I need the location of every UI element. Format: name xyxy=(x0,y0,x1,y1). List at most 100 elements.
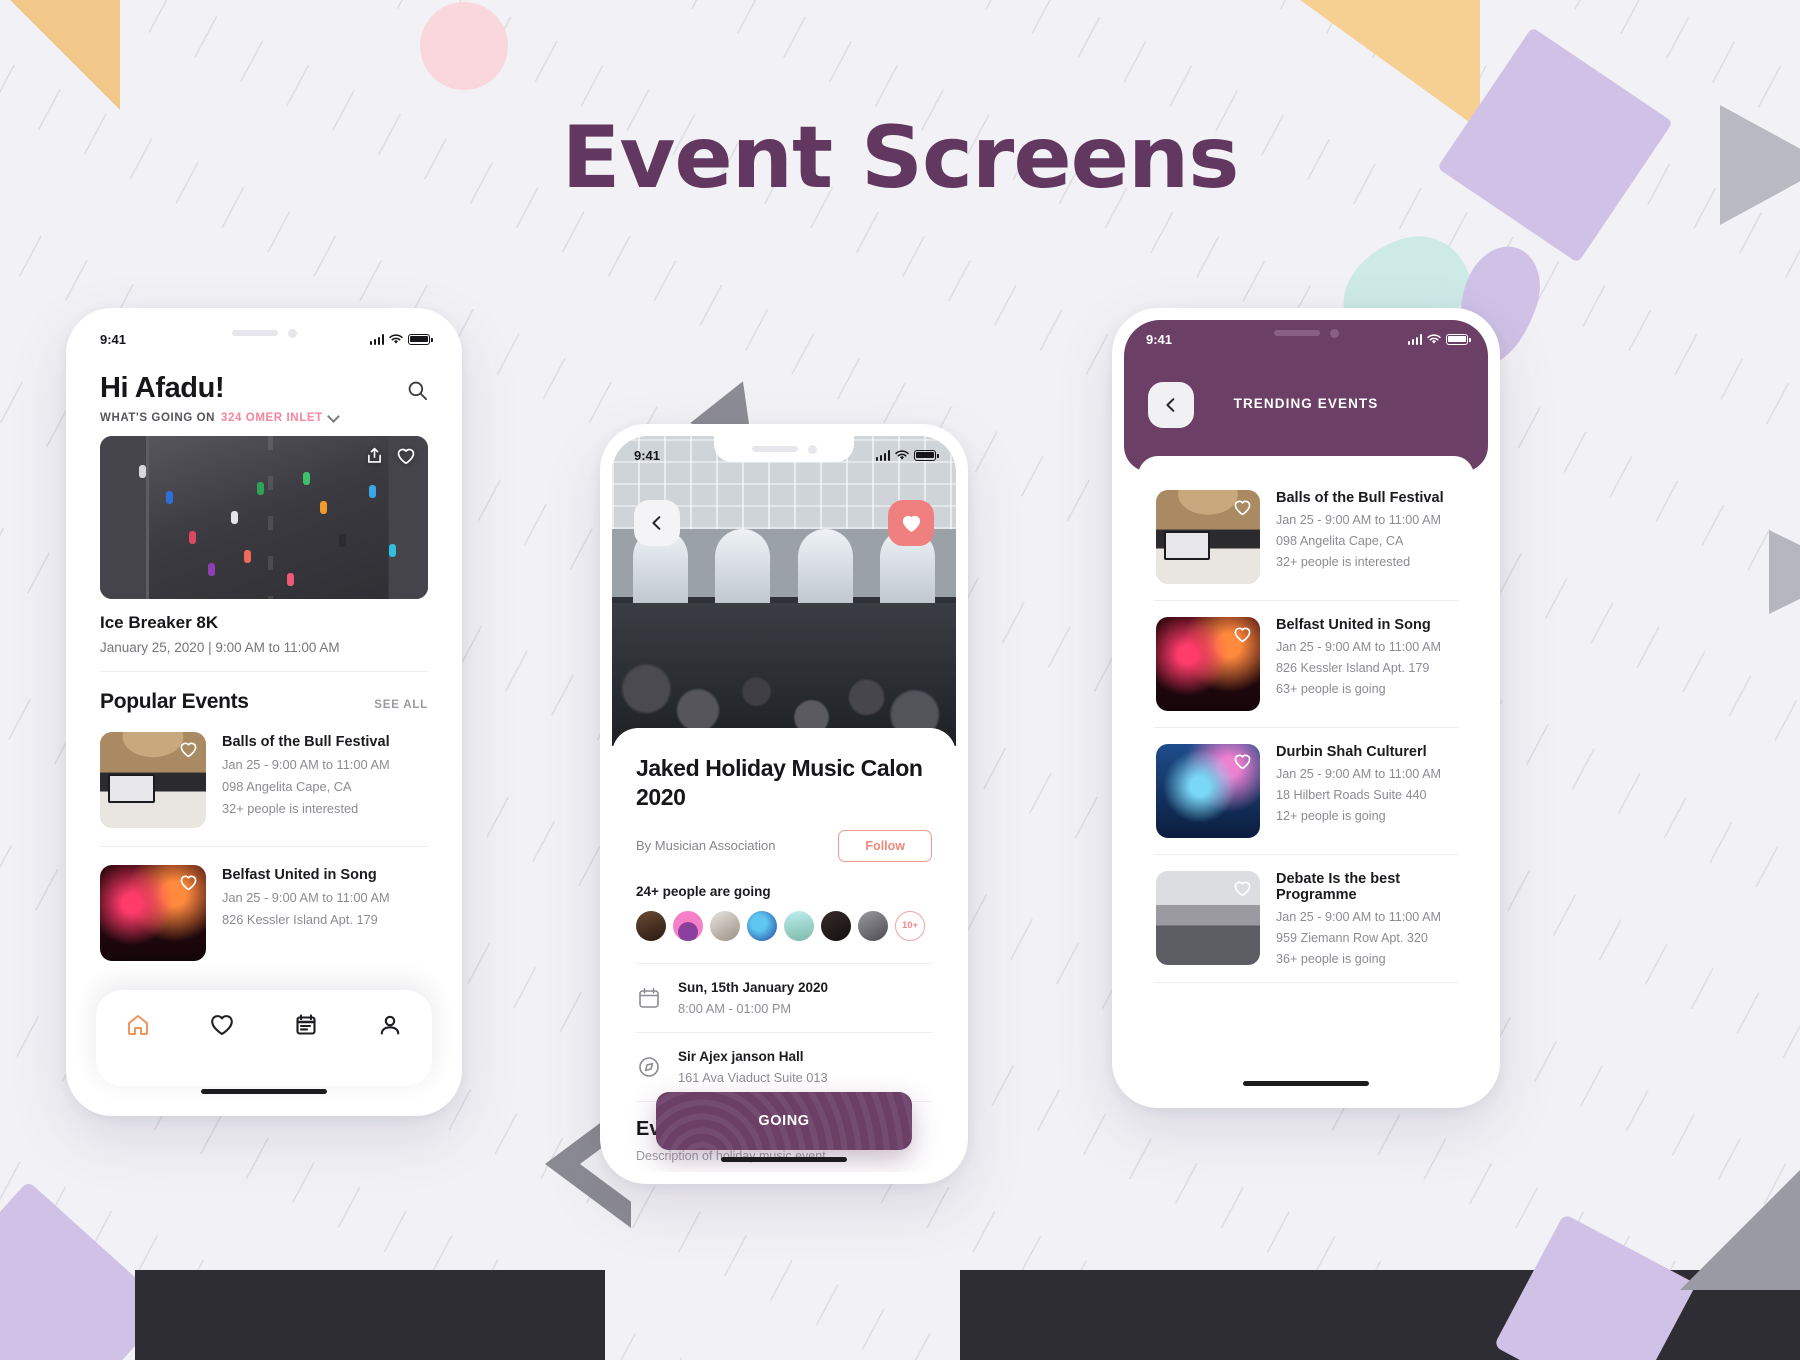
status-indicators xyxy=(1407,333,1471,345)
tab-calendar[interactable] xyxy=(293,1012,319,1043)
status-indicators xyxy=(875,449,939,461)
list-item[interactable]: Balls of the Bull Festival Jan 25 - 9:00… xyxy=(1154,474,1458,600)
location-prefix: WHAT'S GOING ON xyxy=(100,412,216,424)
event-address: 098 Angelita Cape, CA xyxy=(222,779,352,794)
list-item[interactable]: Debate Is the best Programme Jan 25 - 9:… xyxy=(1154,855,1458,982)
home-indicator xyxy=(1243,1081,1369,1086)
event-time: Jan 25 - 9:00 AM to 11:00 AM xyxy=(1276,910,1441,924)
compass-icon xyxy=(639,1056,659,1077)
avatar[interactable] xyxy=(673,910,703,941)
venue-address: 161 Ava Viaduct Suite 013 xyxy=(678,1069,828,1085)
location-selector[interactable]: WHAT'S GOING ON 324 OMER INLET xyxy=(100,409,428,424)
featured-event-title: Ice Breaker 8K xyxy=(100,613,219,632)
venue-name: Sir Ajex janson Hall xyxy=(678,1048,804,1064)
event-date-row: Sun, 15th January 2020 8:00 AM - 01:00 P… xyxy=(636,964,932,1032)
event-time: 8:00 AM - 01:00 PM xyxy=(678,1000,792,1016)
status-indicators xyxy=(369,333,433,345)
event-time: Jan 25 - 9:00 AM to 11:00 AM xyxy=(222,890,390,905)
avatar[interactable] xyxy=(858,910,888,941)
organizer-row: By Musician Association Follow xyxy=(636,829,932,862)
chevron-left-icon xyxy=(1166,398,1175,412)
avatar[interactable] xyxy=(747,910,777,941)
home-header: Hi Afadu! WHAT'S GOING ON 324 OMER INLET xyxy=(78,358,450,424)
battery-icon xyxy=(1446,333,1471,345)
event-name: Balls of the Bull Festival xyxy=(1276,490,1444,506)
tab-home[interactable] xyxy=(125,1012,151,1043)
signal-icon xyxy=(1407,333,1422,345)
section-title: Popular Events xyxy=(100,690,249,713)
event-thumbnail xyxy=(1156,617,1260,711)
event-time: Jan 25 - 9:00 AM to 11:00 AM xyxy=(222,757,390,772)
poster-title: Event Screens xyxy=(561,108,1240,208)
chevron-down-icon xyxy=(326,409,340,423)
heart-icon[interactable] xyxy=(396,446,416,471)
camera-icon xyxy=(287,328,297,338)
see-all-button[interactable]: SEE ALL xyxy=(374,699,428,711)
event-thumbnail xyxy=(1156,871,1260,965)
greeting-row: Hi Afadu! xyxy=(100,372,428,406)
attendee-avatars: 10+ xyxy=(636,910,932,941)
list-item[interactable]: Durbin Shah Culturerl Jan 25 - 9:00 AM t… xyxy=(1154,728,1458,854)
speaker-icon xyxy=(1273,330,1320,336)
signal-icon xyxy=(875,449,890,461)
featured-actions xyxy=(365,446,416,471)
heart-icon[interactable] xyxy=(179,740,198,764)
heart-icon[interactable] xyxy=(179,873,198,897)
wifi-icon xyxy=(389,333,403,344)
back-button[interactable] xyxy=(1148,382,1194,428)
featured-event-card[interactable]: Ice Breaker 8K January 25, 2020 | 9:00 A… xyxy=(78,424,450,655)
event-name: Debate Is the best Programme xyxy=(1276,871,1401,903)
event-address: 826 Kessler Island Apt. 179 xyxy=(1276,661,1430,675)
avatar[interactable] xyxy=(821,910,851,941)
phone-notch xyxy=(1236,320,1376,346)
share-icon[interactable] xyxy=(365,446,384,471)
tab-profile[interactable] xyxy=(377,1012,403,1043)
status-time: 9:41 xyxy=(1146,331,1173,347)
back-button[interactable] xyxy=(634,500,680,546)
divider xyxy=(1154,982,1458,983)
event-thumbnail xyxy=(100,732,206,828)
yellow-triangle-shape xyxy=(0,0,120,110)
event-address: 826 Kessler Island Apt. 179 xyxy=(222,912,378,927)
avatar[interactable] xyxy=(710,910,740,941)
heart-icon[interactable] xyxy=(1233,879,1252,903)
event-info: Balls of the Bull Festival Jan 25 - 9:00… xyxy=(222,732,390,828)
going-button-label: GOING xyxy=(758,1113,810,1129)
event-title: Jaked Holiday Music Calon 2020 xyxy=(636,755,923,810)
event-date: Sun, 15th January 2020 xyxy=(678,979,829,995)
follow-button[interactable]: Follow xyxy=(838,829,932,862)
avatar[interactable] xyxy=(784,910,814,941)
event-attendance: 12+ people is going xyxy=(1276,809,1386,823)
favorite-button[interactable] xyxy=(888,500,934,546)
phone-event-detail-screen: 9:41 Jaked Holiday Music Calon 2020 By M… xyxy=(600,424,968,1184)
heart-icon[interactable] xyxy=(1233,498,1252,522)
search-icon[interactable] xyxy=(407,380,428,406)
tab-favorites[interactable] xyxy=(209,1012,235,1043)
event-name: Durbin Shah Culturerl xyxy=(1276,744,1427,760)
list-item[interactable]: Belfast United in Song Jan 25 - 9:00 AM … xyxy=(78,847,450,961)
event-thumbnail xyxy=(100,865,206,961)
gray-triangle-shape xyxy=(1769,530,1800,614)
event-address: 959 Ziemann Row Apt. 320 xyxy=(1276,931,1428,945)
event-info: Balls of the Bull Festival Jan 25 - 9:00… xyxy=(1276,490,1444,584)
more-attendees-button[interactable]: 10+ xyxy=(895,910,925,941)
avatar[interactable] xyxy=(636,910,666,941)
event-venue-row: Sir Ajex janson Hall 161 Ava Viaduct Sui… xyxy=(636,1033,932,1101)
list-item[interactable]: Balls of the Bull Festival Jan 25 - 9:00… xyxy=(78,714,450,828)
going-button[interactable]: GOING xyxy=(656,1092,912,1150)
event-time: Jan 25 - 9:00 AM to 11:00 AM xyxy=(1276,513,1441,527)
heart-icon[interactable] xyxy=(1233,625,1252,649)
featured-event-meta: January 25, 2020 | 9:00 AM to 11:00 AM xyxy=(100,640,340,655)
featured-event-image xyxy=(100,436,428,599)
list-item[interactable]: Belfast United in Song Jan 25 - 9:00 AM … xyxy=(1154,601,1458,727)
wifi-icon xyxy=(1427,333,1441,344)
status-time: 9:41 xyxy=(634,447,661,463)
screen-home: 9:41 Hi Afadu! WHAT'S GOING ON 324 OMER … xyxy=(78,320,450,1104)
phone-home-screen: 9:41 Hi Afadu! WHAT'S GOING ON 324 OMER … xyxy=(66,308,462,1116)
heart-icon[interactable] xyxy=(1233,752,1252,776)
page-title: Hi Afadu! xyxy=(100,372,225,404)
event-thumbnail xyxy=(1156,744,1260,838)
camera-icon xyxy=(1329,328,1339,338)
gray-triangle-shape xyxy=(1680,1170,1800,1290)
event-name: Balls of the Bull Festival xyxy=(222,734,390,750)
